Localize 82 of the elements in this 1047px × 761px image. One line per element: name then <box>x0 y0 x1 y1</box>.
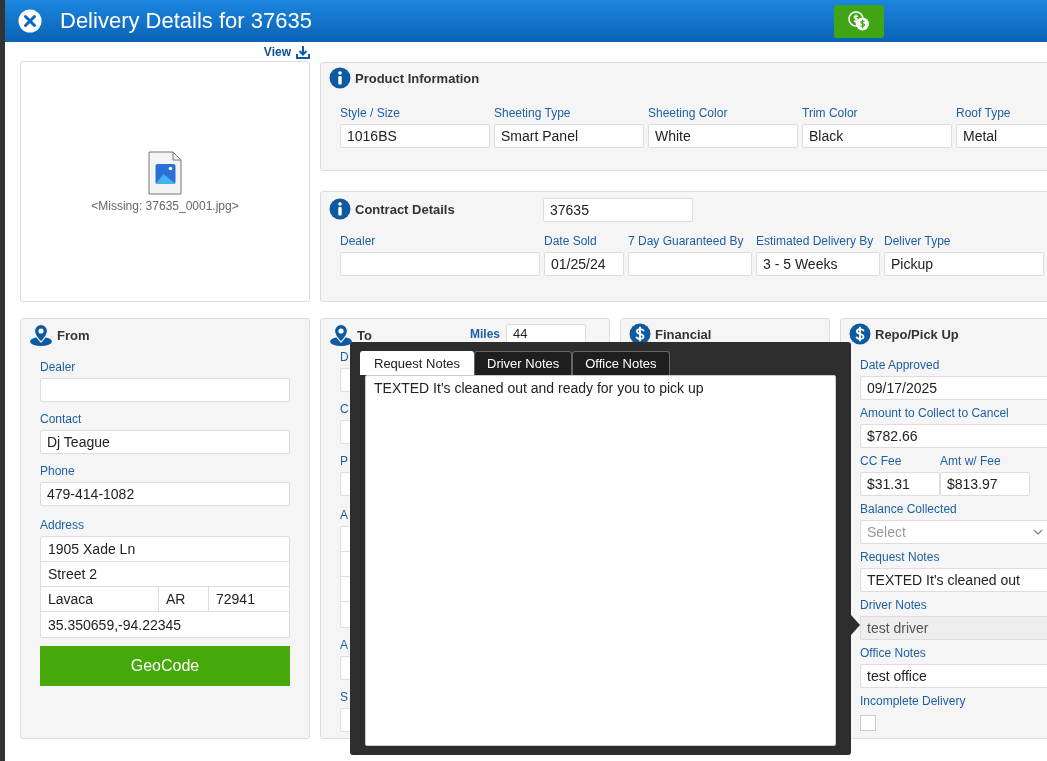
money-icon <box>848 11 870 31</box>
text-field[interactable] <box>340 252 540 276</box>
field-label: Dealer <box>340 234 376 248</box>
zip-field[interactable]: 72941 <box>209 587 289 611</box>
caret-icon <box>1033 529 1043 535</box>
field-label: Deliver Type <box>884 234 951 248</box>
field-label: 7 Day Guaranteed By <box>628 234 744 248</box>
text-field[interactable] <box>628 252 752 276</box>
text-field[interactable]: Black <box>802 124 952 148</box>
panel-title: From <box>57 327 90 343</box>
close-icon[interactable] <box>18 9 42 33</box>
field-label: Balance Collected <box>860 502 957 516</box>
notes-text-area[interactable]: TEXTED It's cleaned out and ready for you to pick up <box>365 375 836 746</box>
panel-title: Product Information <box>355 70 480 86</box>
text-field[interactable]: TEXTED It's cleaned out <box>860 568 1047 592</box>
text-field[interactable]: 01/25/24 <box>544 252 624 276</box>
field-label: Sheeting Color <box>648 106 728 120</box>
text-field[interactable]: 44 <box>506 323 586 344</box>
text-field[interactable]: test office <box>860 664 1047 688</box>
field-label: Style / Size <box>340 106 401 120</box>
text-field[interactable]: White <box>648 124 798 148</box>
payment-button[interactable] <box>834 4 884 38</box>
field-label: Request Notes <box>860 550 940 564</box>
text-field[interactable]: 09/17/2025 <box>860 376 1047 400</box>
field-label: Driver Notes <box>860 598 927 612</box>
field-label: A <box>340 508 348 522</box>
field-label: Address <box>40 518 85 532</box>
text-field[interactable]: 1016BS <box>340 124 490 148</box>
location-pin-icon <box>29 323 53 347</box>
field-label: A <box>340 638 348 652</box>
view-link[interactable]: View <box>263 44 291 59</box>
text-field[interactable]: $813.97 <box>940 472 1030 496</box>
download-icon[interactable] <box>296 44 310 59</box>
field-label: Contact <box>40 412 82 426</box>
text-field[interactable]: Pickup <box>884 252 1044 276</box>
field-label: Office Notes <box>860 646 926 660</box>
address-field[interactable]: 35.350659,-94.22345 <box>41 612 289 637</box>
field-label: D <box>340 350 349 364</box>
dollar-icon <box>849 323 871 345</box>
location-pin-icon <box>329 323 353 347</box>
panel-title: Contract Details <box>355 201 455 217</box>
panel-title: To <box>357 327 372 343</box>
field-label: Amount to Collect to Cancel <box>860 406 1009 420</box>
field-label: P <box>340 454 348 468</box>
notes-tab[interactable]: Driver Notes <box>474 351 573 375</box>
text-field[interactable]: Dj Teague <box>40 430 290 454</box>
field-label: Phone <box>40 464 75 478</box>
field-label: Date Approved <box>860 358 940 372</box>
notes-tab[interactable]: Request Notes <box>360 351 474 375</box>
text-field[interactable] <box>40 378 290 402</box>
text-field[interactable]: 3 - 5 Weeks <box>756 252 880 276</box>
text-field[interactable]: Smart Panel <box>494 124 644 148</box>
text-field[interactable]: $31.31 <box>860 472 940 496</box>
field-label: Roof Type <box>956 106 1011 120</box>
panel-title: Repo/Pick Up <box>875 326 959 342</box>
miles-label: Miles <box>470 326 500 341</box>
notes-tab[interactable]: Office Notes <box>572 351 670 375</box>
address-field[interactable]: 1905 Xade Ln <box>41 537 289 562</box>
panel-title: Financial <box>655 326 712 342</box>
field-label: Estimated Delivery By <box>756 234 874 248</box>
field-label: Trim Color <box>802 106 858 120</box>
missing-image-text: <Missing: 37635_0001.jpg> <box>91 198 239 213</box>
info-icon <box>329 67 351 89</box>
field-label: C <box>340 402 349 416</box>
street-2-field[interactable]: Street 2 <box>41 562 289 587</box>
text-field[interactable]: $782.66 <box>860 424 1047 448</box>
info-icon <box>329 198 351 220</box>
field-label: Sheeting Type <box>494 106 571 120</box>
field-label: Amt w/ Fee <box>940 454 1001 468</box>
text-field[interactable]: Metal <box>956 124 1047 148</box>
city-field[interactable]: Lavaca <box>41 587 159 611</box>
field-label: Dealer <box>40 360 76 374</box>
field-label: Incomplete Delivery <box>860 694 966 708</box>
field-label: S <box>340 690 348 704</box>
window-title: Delivery Details for 37635 <box>60 8 312 34</box>
text-field[interactable]: 479-414-1082 <box>40 482 290 506</box>
state-field[interactable]: AR <box>159 587 209 611</box>
field-label: CC Fee <box>860 454 902 468</box>
text-field[interactable]: 37635 <box>543 198 693 222</box>
missing-image-icon <box>148 150 182 195</box>
field-label: Date Sold <box>544 234 597 248</box>
checkbox[interactable] <box>860 715 876 731</box>
